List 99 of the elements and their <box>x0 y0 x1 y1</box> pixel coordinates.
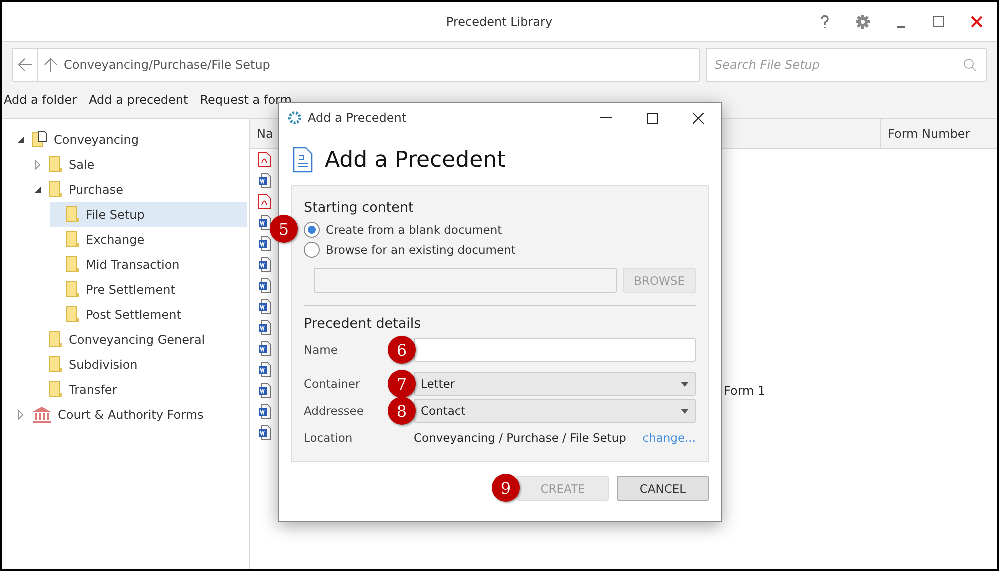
radio-button[interactable] <box>304 222 320 238</box>
step-number: 9 <box>492 474 520 502</box>
dialog-title: Add a Precedent <box>308 111 407 125</box>
folder-icon <box>49 156 63 173</box>
field-label: Name <box>304 343 338 357</box>
up-arrow-icon <box>44 57 58 73</box>
section-heading: Precedent details <box>304 316 422 332</box>
field-label: Location <box>304 431 353 445</box>
word-file-icon <box>258 404 272 420</box>
collapse-icon[interactable] <box>34 186 42 194</box>
tree-item[interactable]: Sale <box>33 152 230 177</box>
tree-label: Pre Settlement <box>86 282 176 296</box>
tree-item[interactable]: Conveyancing General <box>33 327 230 352</box>
tree-item[interactable]: Post Settlement <box>50 302 247 327</box>
word-file-icon <box>258 298 272 314</box>
maximize-icon <box>933 16 945 28</box>
tree-label: Conveyancing <box>54 132 140 146</box>
folder-icon <box>49 331 63 348</box>
toolbar-link[interactable]: Add a folder <box>4 93 78 107</box>
tree-label: Conveyancing General <box>69 332 206 346</box>
step-number: 5 <box>270 215 298 243</box>
word-file-icon <box>258 256 272 272</box>
dialog-button[interactable]: CANCEL <box>617 476 709 501</box>
folder-icon <box>66 206 80 223</box>
folder-icon <box>49 381 63 398</box>
field-label: Addressee <box>304 404 364 418</box>
tree-item[interactable]: Subdivision <box>33 352 230 377</box>
column-header[interactable]: Form Number <box>880 119 997 148</box>
step-number: 7 <box>388 370 416 398</box>
step-number: 6 <box>388 336 416 364</box>
tree-label: File Setup <box>86 208 145 222</box>
folder-document-icon <box>32 131 48 148</box>
tree-label: Court & Authority Forms <box>58 408 204 422</box>
tree-label: Exchange <box>86 232 145 246</box>
close-icon <box>692 112 704 124</box>
tree-label: Mid Transaction <box>86 258 180 272</box>
help-icon <box>820 15 830 29</box>
settings-icon <box>855 14 871 30</box>
name-field[interactable] <box>414 338 696 362</box>
addressee-dropdown[interactable]: Contact <box>414 399 696 423</box>
tree-item[interactable]: Conveyancing <box>16 127 213 152</box>
search-field[interactable]: Search File Setup <box>706 48 987 82</box>
tree-label: Subdivision <box>69 358 138 372</box>
document-icon <box>293 147 313 173</box>
word-file-icon <box>258 278 272 294</box>
tree-item[interactable]: Exchange <box>50 227 247 252</box>
search-icon <box>963 58 977 72</box>
folder-icon <box>66 306 80 323</box>
folder-icon <box>66 256 80 273</box>
word-file-icon <box>258 320 272 336</box>
tree-item[interactable]: Mid Transaction <box>50 252 247 277</box>
folder-path: Conveyancing/Purchase/File Setup <box>64 58 270 72</box>
tree-item[interactable]: Court & Authority Forms <box>16 402 213 427</box>
word-file-icon <box>258 172 272 188</box>
tree-item[interactable]: Purchase <box>33 177 230 202</box>
word-file-icon <box>258 340 272 356</box>
close-icon <box>971 16 983 28</box>
tree-label: Transfer <box>69 382 118 396</box>
caret-icon <box>681 382 689 386</box>
tree-label: Purchase <box>69 182 124 196</box>
table-cell: Form 1 <box>724 384 766 398</box>
maximize-icon <box>646 112 658 124</box>
pdf-file-icon <box>258 152 272 168</box>
window-title: Precedent Library <box>446 14 553 28</box>
minimize-icon <box>600 117 612 119</box>
collapse-icon[interactable] <box>17 136 25 144</box>
folder-icon <box>66 231 80 248</box>
word-file-icon <box>258 214 272 230</box>
tree-label: Sale <box>69 158 95 172</box>
location-value: Conveyancing / Purchase / File Setup <box>414 431 628 445</box>
tree-item[interactable]: Transfer <box>33 377 230 402</box>
pdf-file-icon <box>258 194 272 210</box>
word-file-icon <box>258 236 272 252</box>
folder-icon <box>49 356 63 373</box>
word-file-icon <box>258 382 272 398</box>
app-logo-icon <box>288 111 302 125</box>
folder-icon <box>49 181 63 198</box>
word-file-icon <box>258 362 272 378</box>
expand-icon[interactable] <box>35 160 41 170</box>
building-icon <box>32 406 52 424</box>
expand-icon[interactable] <box>18 410 24 420</box>
minimize-icon <box>896 26 906 28</box>
file-path-field[interactable] <box>314 268 618 293</box>
folder-icon <box>66 281 80 298</box>
tree-item[interactable]: Pre Settlement <box>50 277 247 302</box>
dialog-heading: Add a Precedent <box>325 148 506 172</box>
radio-label[interactable]: Browse for an existing document <box>326 243 516 257</box>
radio-label[interactable]: Create from a blank document <box>326 223 502 237</box>
back-icon <box>17 58 33 72</box>
radio-button[interactable] <box>304 242 320 258</box>
toolbar-link[interactable]: Add a precedent <box>89 93 188 107</box>
word-file-icon <box>258 424 272 440</box>
container-dropdown[interactable]: Letter <box>414 372 696 396</box>
caret-icon <box>681 408 689 414</box>
tree-label: Post Settlement <box>86 308 182 322</box>
section-heading: Starting content <box>304 200 415 216</box>
step-number: 8 <box>388 397 416 425</box>
tree-item[interactable]: File Setup <box>50 202 247 227</box>
field-label: Container <box>304 377 360 391</box>
